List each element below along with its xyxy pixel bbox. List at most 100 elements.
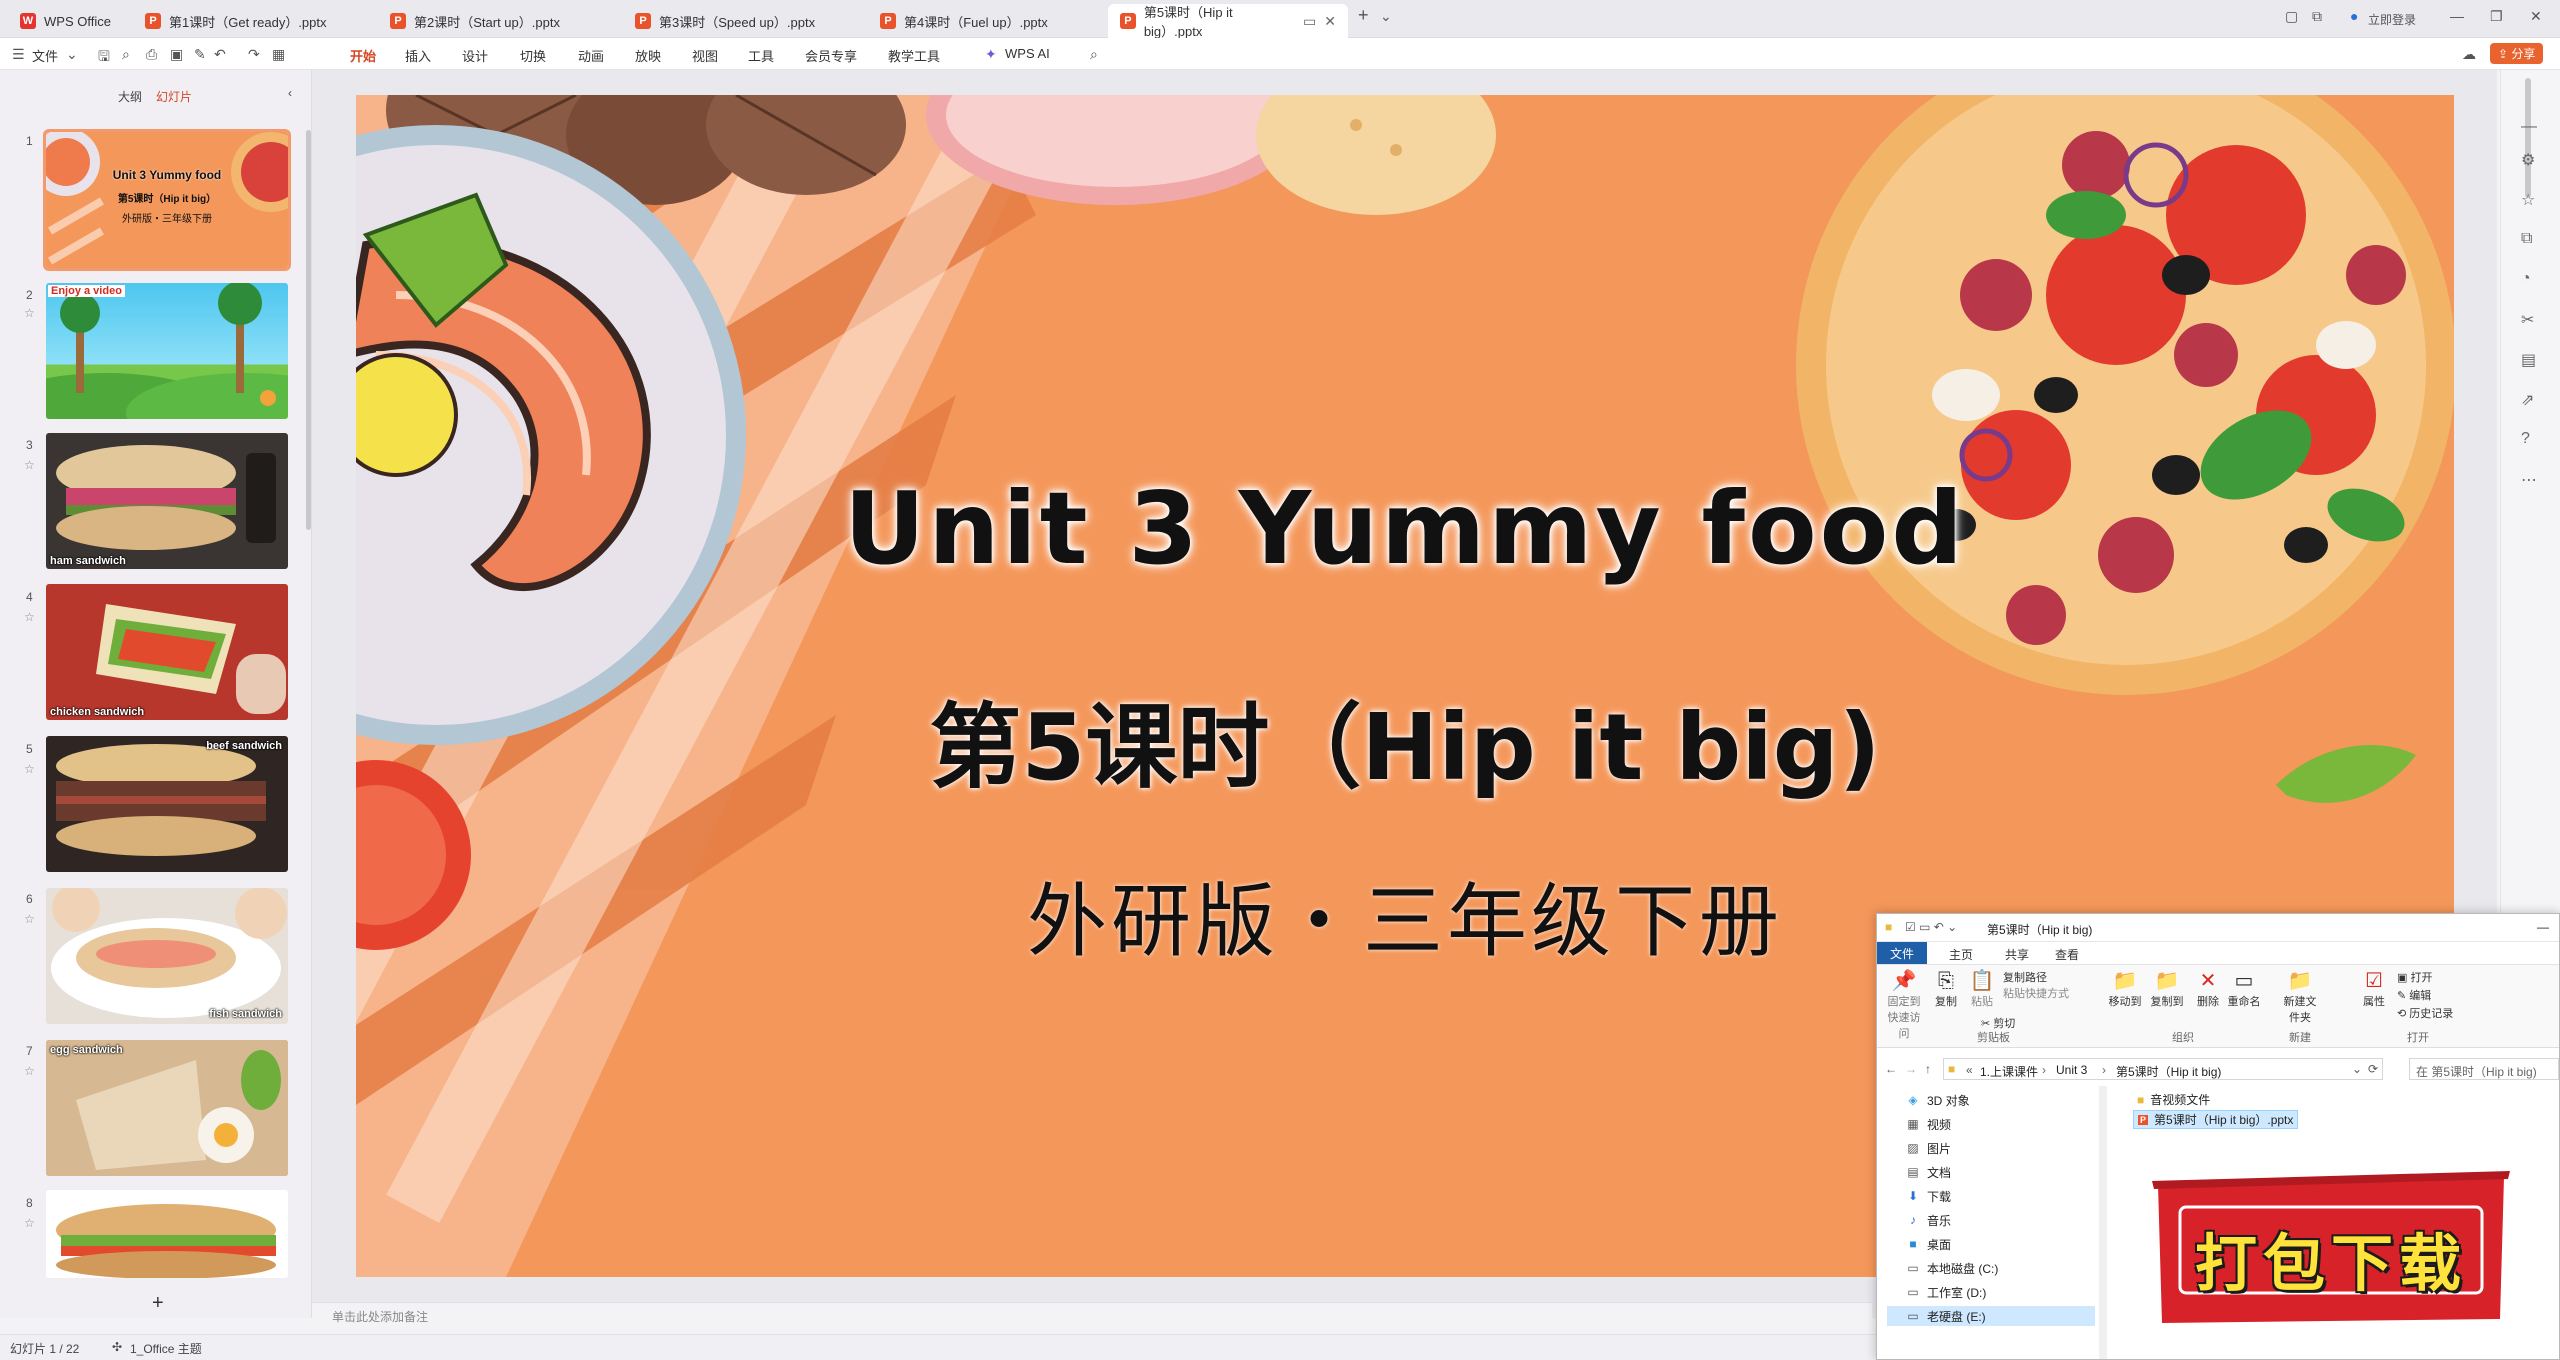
breadcrumb-item-2[interactable]: Unit 3	[2056, 1063, 2087, 1077]
notes-pane[interactable]: 单击此处添加备注	[312, 1302, 1872, 1326]
tab-monitor-icon[interactable]: ▭	[1303, 13, 1316, 30]
copy-icon[interactable]: ⧉	[2521, 230, 2532, 248]
menu-design[interactable]: 设计	[462, 46, 488, 65]
quick-access-toolbar-icon[interactable]: ☑ ▭ ↶ ⌄	[1905, 920, 1957, 934]
slide-thumb-3[interactable]: ham sandwich	[46, 433, 288, 569]
home-tab[interactable]: W WPS Office	[8, 4, 133, 38]
theme-icon[interactable]: ◔	[2521, 270, 2531, 288]
star-icon[interactable]: ☆	[24, 1216, 35, 1230]
file-row-pptx[interactable]: P 第5课时（Hip it big）.pptx	[2133, 1110, 2299, 1129]
star-icon[interactable]: ☆	[24, 306, 35, 320]
doc-tab-2[interactable]: P 第2课时（Start up）.pptx	[378, 4, 618, 38]
share-doc-icon[interactable]: ⇗	[2521, 390, 2534, 410]
tree-item-downloads[interactable]: ⬇ 下载	[1905, 1186, 1951, 1206]
doc-tab-3[interactable]: P 第3课时（Speed up）.pptx	[623, 4, 863, 38]
menu-wps-ai[interactable]: WPS AI	[1005, 46, 1050, 61]
menu-transition[interactable]: 切换	[520, 46, 546, 65]
explorer-minimize-icon[interactable]: —	[2537, 920, 2549, 934]
tree-item-music[interactable]: ♪ 音乐	[1905, 1210, 1951, 1230]
tree-item-documents[interactable]: ▤ 文档	[1905, 1162, 1951, 1182]
restore-icon[interactable]: ❐	[2490, 8, 2503, 25]
forward-arrow-icon[interactable]: →	[1905, 1062, 1917, 1076]
more-tools-icon[interactable]: ⋯	[2521, 470, 2537, 490]
copy-path-button[interactable]: 复制路径	[2003, 969, 2047, 985]
tree-item-3d[interactable]: ◈ 3D 对象	[1905, 1090, 1969, 1110]
menu-member[interactable]: 会员专享	[805, 46, 857, 65]
explorer-tab-share[interactable]: 共享	[2005, 946, 2029, 963]
tab-close-icon[interactable]: ✕	[1324, 13, 1336, 30]
menu-teaching-tools[interactable]: 教学工具	[888, 46, 940, 65]
tree-item-drive-d[interactable]: ▭ 工作室 (D:)	[1905, 1282, 1986, 1302]
file-menu-chevron-icon[interactable]: ⌄	[66, 46, 78, 63]
login-link[interactable]: 立即登录	[2368, 11, 2416, 28]
tree-item-desktop[interactable]: ■ 桌面	[1905, 1234, 1951, 1254]
download-package-badge[interactable]: 打包下载	[2152, 1171, 2510, 1326]
slide-thumb-1[interactable]: Unit 3 Yummy food 第5课时（Hip it big） 外研版・三…	[43, 129, 291, 271]
open-button[interactable]: ▣ 打开	[2397, 969, 2432, 985]
breadcrumb-item-1[interactable]: 1.上课课件	[1980, 1063, 2038, 1080]
explorer-tab-view[interactable]: 查看	[2055, 946, 2079, 963]
doc-tab-5-active[interactable]: P 第5课时（Hip it big）.pptx ▭ ✕	[1108, 4, 1348, 39]
breadcrumb-item-3[interactable]: 第5课时（Hip it big)	[2116, 1063, 2221, 1080]
theme-name[interactable]: 1_Office 主题	[130, 1340, 202, 1357]
tab-list-chevron-icon[interactable]: ⌄	[1380, 8, 1392, 25]
layout-icon[interactable]: ▤	[2521, 350, 2536, 370]
star-icon[interactable]: ☆	[24, 912, 35, 926]
tools-icon[interactable]: ✂	[2521, 310, 2534, 330]
back-arrow-icon[interactable]: ←	[1885, 1062, 1897, 1076]
tab-slides[interactable]: 幻灯片	[156, 88, 192, 105]
delete-button[interactable]: ✕ 删除	[2193, 969, 2223, 1009]
minimize-icon[interactable]: —	[2450, 8, 2464, 24]
tab-outline[interactable]: 大纲	[118, 88, 142, 105]
pin-quick-access-button[interactable]: 📌 固定到快速访问	[1883, 969, 1925, 1041]
slide-thumb-4[interactable]: chicken sandwich	[46, 584, 288, 720]
star-icon[interactable]: ☆	[24, 610, 35, 624]
save-icon[interactable]: 🖫	[98, 46, 110, 70]
breadcrumb-overflow[interactable]: «	[1966, 1063, 1973, 1077]
move-to-button[interactable]: 📁 移动到	[2105, 969, 2145, 1009]
address-dropdown-icon[interactable]: ⌄	[2352, 1062, 2362, 1076]
copy-to-button[interactable]: 📁 复制到	[2147, 969, 2187, 1009]
paste-shortcut-button[interactable]: 粘贴快捷方式	[2003, 985, 2069, 1001]
slide-title[interactable]: Unit 3 Yummy food	[356, 470, 2454, 587]
tree-item-pictures[interactable]: ▨ 图片	[1905, 1138, 1951, 1158]
rename-button[interactable]: ▭ 重命名	[2227, 969, 2261, 1009]
menu-tools[interactable]: 工具	[748, 46, 774, 65]
edit-button[interactable]: ✎ 编辑	[2397, 987, 2431, 1003]
history-button[interactable]: ⟲ 历史记录	[2397, 1005, 2453, 1021]
preview-icon[interactable]: ▣	[170, 46, 183, 63]
star-icon[interactable]: ☆	[24, 762, 35, 776]
slide-thumb-8[interactable]	[46, 1190, 288, 1278]
close-window-icon[interactable]: ✕	[2530, 8, 2542, 25]
slide-lesson-subtitle[interactable]: 第5课时（Hip it big)	[356, 673, 2454, 806]
explorer-search-box[interactable]: 在 第5课时（Hip it big)	[2409, 1058, 2559, 1080]
up-arrow-icon[interactable]: ↑	[1925, 1062, 1931, 1076]
window-icon[interactable]: ▢	[2285, 8, 2298, 25]
file-menu[interactable]: 文件	[32, 46, 58, 65]
copy-button[interactable]: ⎘ 复制	[1931, 969, 1961, 1009]
add-slide-button[interactable]: +	[152, 1292, 164, 1315]
share-button[interactable]: ⇪ 分享	[2490, 43, 2544, 64]
explorer-tab-home[interactable]: 主页	[1949, 946, 1973, 963]
slide-thumb-2[interactable]: Enjoy a video	[46, 283, 288, 419]
hamburger-icon[interactable]: ☰	[12, 46, 25, 63]
menu-slideshow[interactable]: 放映	[635, 46, 661, 65]
menu-view[interactable]: 视图	[692, 46, 718, 65]
explorer-tab-file[interactable]: 文件	[1877, 942, 1927, 964]
new-tab-icon[interactable]: +	[1358, 5, 1369, 26]
canvas-scrollbar[interactable]	[2525, 78, 2531, 198]
tree-item-drive-c[interactable]: ▭ 本地磁盘 (C:)	[1905, 1258, 1998, 1278]
star-icon[interactable]: ☆	[24, 1064, 35, 1078]
window-switch-icon[interactable]: ⧉	[2312, 8, 2322, 25]
favorite-icon[interactable]: ☆	[2521, 190, 2535, 210]
paste-button[interactable]: 📋 粘贴	[1967, 969, 1997, 1009]
tree-item-drive-e[interactable]: ▭ 老硬盘 (E:)	[1887, 1306, 2095, 1326]
menu-home[interactable]: 开始	[350, 46, 377, 72]
tree-scrollbar[interactable]	[2099, 1086, 2107, 1359]
search-icon[interactable]: ⌕	[1090, 46, 1098, 63]
slide-thumb-5[interactable]: beef sandwich	[46, 736, 288, 872]
undo-icon[interactable]: ↶	[214, 46, 226, 63]
user-avatar-icon[interactable]: ●	[2350, 8, 2358, 24]
doc-tab-4[interactable]: P 第4课时（Fuel up）.pptx	[868, 4, 1108, 38]
more-icon[interactable]: ▦	[272, 46, 285, 63]
